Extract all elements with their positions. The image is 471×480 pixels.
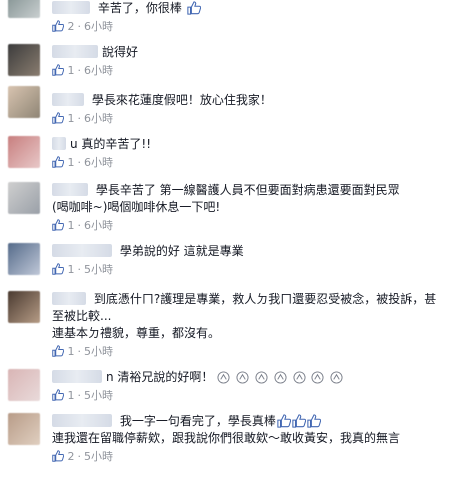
comment-text: 說得好 <box>102 45 139 59</box>
thumbs-up-icon[interactable] <box>52 219 64 231</box>
comment-text-line3: 連基本ㄉ禮貌，尊重，都沒有。 <box>52 326 221 340</box>
clap-icon <box>217 371 230 384</box>
like-count[interactable]: 1 <box>68 64 75 77</box>
avatar[interactable] <box>8 0 40 18</box>
avatar[interactable] <box>8 44 40 76</box>
avatar[interactable] <box>8 86 40 118</box>
comment-meta: 1 · 6小時 <box>52 111 463 127</box>
commenter-name[interactable] <box>52 45 98 58</box>
commenter-name[interactable] <box>52 370 102 383</box>
comment-meta: 1 · 5小時 <box>52 388 463 404</box>
thumbs-up-icon[interactable] <box>52 389 64 401</box>
commenter-name[interactable] <box>52 93 84 106</box>
comment-text: u 真的辛苦了!! <box>70 137 152 151</box>
comment-text: 學長來花蓮度假吧！放心住我家！ <box>91 93 272 107</box>
commenter-name[interactable] <box>52 414 112 427</box>
thumbs-up-icon[interactable] <box>52 156 64 168</box>
comment-meta: 2 · 6小時 <box>52 19 463 35</box>
thumbs-up-icon[interactable] <box>52 64 64 76</box>
timestamp[interactable]: 5小時 <box>84 450 113 463</box>
clap-icon <box>236 371 249 384</box>
clap-icon <box>255 371 268 384</box>
comment-text: 我一字一句看完了，學長真棒 <box>119 414 276 428</box>
timestamp[interactable]: 6小時 <box>84 112 113 125</box>
clap-icon <box>330 371 343 384</box>
like-count[interactable]: 1 <box>68 112 75 125</box>
avatar[interactable] <box>8 182 40 214</box>
commenter-name[interactable] <box>52 183 88 196</box>
avatar[interactable] <box>8 413 40 445</box>
comment-meta: 1 · 6小時 <box>52 155 463 171</box>
comment-meta: 2 · 5小時 <box>52 449 463 465</box>
thumbs-up-icon <box>187 1 201 15</box>
commenter-name[interactable] <box>52 292 86 305</box>
avatar[interactable] <box>8 243 40 275</box>
thumbs-up-icon <box>292 414 306 428</box>
comment-feed: 辛苦了，你很棒 2 · 6小時 說得好 1 · 6小時 學長來花蓮度假吧！放心住… <box>0 0 471 480</box>
like-count[interactable]: 1 <box>68 389 75 402</box>
avatar[interactable] <box>8 136 40 168</box>
commenter-name[interactable] <box>52 1 90 14</box>
avatar[interactable] <box>8 369 40 401</box>
timestamp[interactable]: 6小時 <box>84 156 113 169</box>
avatar[interactable] <box>8 291 40 323</box>
comment-text: 學長辛苦了 第一線醫護人員不但要面對病患還要面對民眾 <box>95 183 400 197</box>
comment-text: 辛苦了，你很棒 <box>97 1 182 15</box>
thumbs-up-icon <box>277 414 291 428</box>
thumbs-up-icon[interactable] <box>52 20 64 32</box>
thumbs-up-icon[interactable] <box>52 345 64 357</box>
like-count[interactable]: 1 <box>68 345 75 358</box>
commenter-name[interactable] <box>52 244 112 257</box>
like-count[interactable]: 1 <box>68 156 75 169</box>
comment-text-line2: 至被比較... <box>52 309 112 323</box>
thumbs-up-icon <box>307 414 321 428</box>
timestamp[interactable]: 6小時 <box>84 20 113 33</box>
comment-text: n 清裕兄說的好啊！ <box>106 370 214 384</box>
comment-meta: 1 · 5小時 <box>52 344 463 360</box>
like-count[interactable]: 1 <box>68 263 75 276</box>
comment-text-line2: (喝咖啡~)喝個咖啡休息一下吧! <box>52 200 221 214</box>
clap-icon <box>274 371 287 384</box>
commenter-name[interactable] <box>52 137 66 150</box>
timestamp[interactable]: 6小時 <box>84 219 113 232</box>
comment-meta: 1 · 5小時 <box>52 262 463 278</box>
thumbs-up-icon[interactable] <box>52 112 64 124</box>
timestamp[interactable]: 5小時 <box>84 389 113 402</box>
comment-meta: 1 · 6小時 <box>52 63 463 79</box>
comment-text: 到底憑什ㄇ?護理是專業，救人ㄉ我ㄇ還要忍受被念，被投訴，甚 <box>93 292 437 306</box>
comment-text-line2: 連我還在留職停薪欸，跟我說你們很敢欸～敢收黃安，我真的無言 <box>52 431 401 445</box>
thumbs-up-icon[interactable] <box>52 450 64 462</box>
like-count[interactable]: 1 <box>68 219 75 232</box>
comment-text: 學弟說的好 這就是專業 <box>119 244 244 258</box>
comment-meta: 1 · 6小時 <box>52 218 463 234</box>
clap-emoji-row <box>217 370 345 384</box>
timestamp[interactable]: 5小時 <box>84 263 113 276</box>
clap-icon <box>293 371 306 384</box>
timestamp[interactable]: 5小時 <box>84 345 113 358</box>
timestamp[interactable]: 6小時 <box>84 64 113 77</box>
clap-icon <box>311 371 324 384</box>
like-count[interactable]: 2 <box>68 450 75 463</box>
like-count[interactable]: 2 <box>68 20 75 33</box>
thumbs-up-icon[interactable] <box>52 263 64 275</box>
